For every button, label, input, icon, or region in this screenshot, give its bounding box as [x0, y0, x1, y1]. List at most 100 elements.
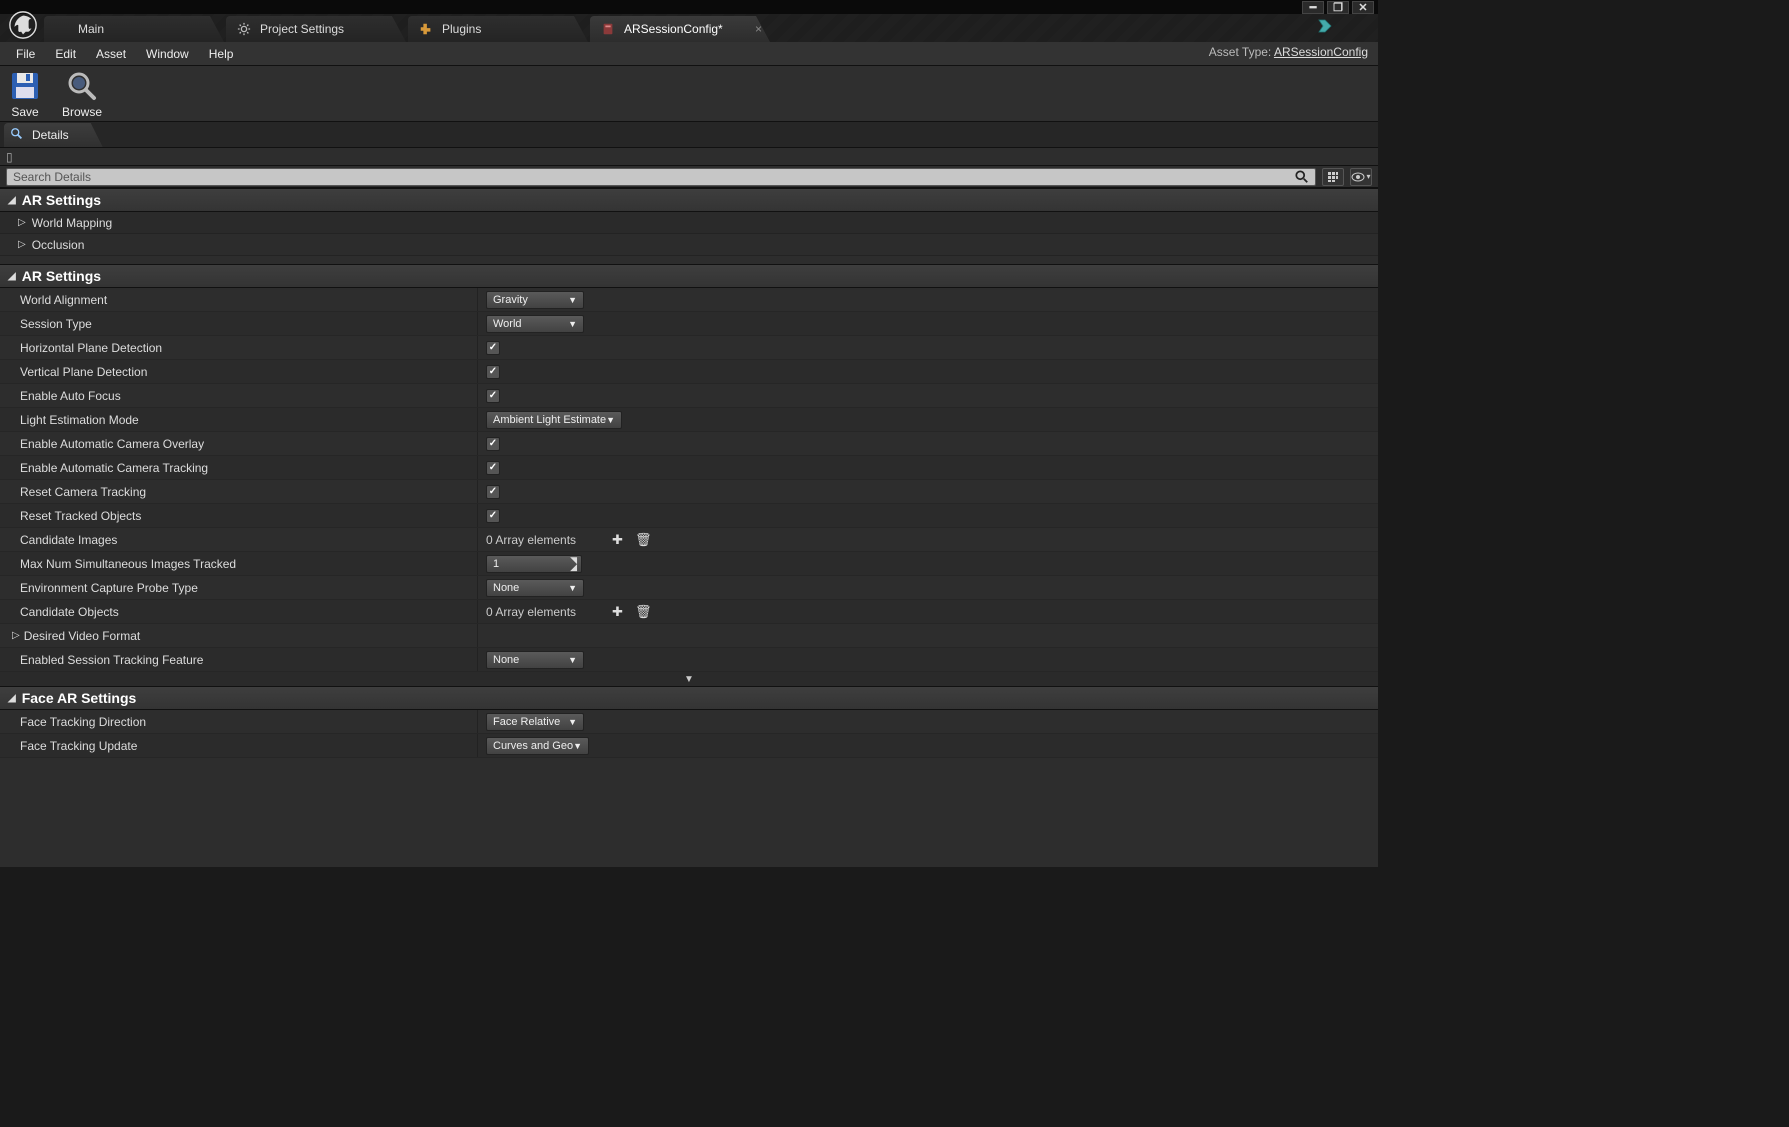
- dropdown-light-est[interactable]: Ambient Light Estimate▼: [486, 411, 622, 429]
- expand-advanced-button[interactable]: ▼: [0, 672, 1378, 686]
- bookmark-icon[interactable]: [1316, 18, 1332, 37]
- section-ar-settings-1[interactable]: ◢ AR Settings: [0, 188, 1378, 212]
- label-autofocus: Enable Auto Focus: [0, 384, 478, 407]
- search-placeholder: Search Details: [13, 170, 91, 184]
- os-titlebar: ━ ❐ ✕: [0, 0, 1378, 14]
- caret-down-icon: ◢: [8, 693, 16, 704]
- filter-icon[interactable]: ▯: [6, 150, 13, 164]
- window-minimize-button[interactable]: ━: [1302, 1, 1324, 14]
- status-bar: [0, 867, 1378, 877]
- tab-arsessionconfig[interactable]: ARSessionConfig* ×: [590, 16, 770, 42]
- level-icon: [54, 21, 70, 37]
- label-vpd: Vertical Plane Detection: [0, 360, 478, 383]
- save-label: Save: [11, 105, 38, 119]
- gear-icon: [236, 21, 252, 37]
- label-hpd: Horizontal Plane Detection: [0, 336, 478, 359]
- spinner-max-tracked[interactable]: 1 ◥◢: [486, 555, 582, 573]
- caret-down-icon: ◢: [8, 271, 16, 282]
- caret-down-icon: ◢: [8, 195, 16, 206]
- array-add-button[interactable]: ✚: [612, 532, 623, 548]
- panel-tabs: Details: [0, 122, 1378, 148]
- checkbox-vpd[interactable]: ✓: [486, 365, 500, 379]
- checkbox-hpd[interactable]: ✓: [486, 341, 500, 355]
- checkbox-cam-overlay[interactable]: ✓: [486, 437, 500, 451]
- section-face-ar[interactable]: ◢ Face AR Settings: [0, 686, 1378, 710]
- row-label: World Mapping: [32, 216, 112, 230]
- property-matrix-button[interactable]: [1322, 168, 1344, 186]
- dropdown-env-probe[interactable]: None▼: [486, 579, 584, 597]
- checkbox-reset-cam[interactable]: ✓: [486, 485, 500, 499]
- dropdown-world-alignment[interactable]: Gravity▼: [486, 291, 584, 309]
- label-face-update: Face Tracking Update: [0, 734, 478, 757]
- tab-project-settings[interactable]: Project Settings: [226, 16, 406, 42]
- array-count-text: 0 Array elements: [486, 605, 576, 619]
- label-cand-objects: Candidate Objects: [0, 600, 478, 623]
- label-cam-tracking: Enable Automatic Camera Tracking: [0, 456, 478, 479]
- label-light-est: Light Estimation Mode: [0, 408, 478, 431]
- section-title: Face AR Settings: [22, 690, 137, 706]
- asset-type-label: Asset Type: ARSessionConfig: [1209, 45, 1368, 59]
- menu-window[interactable]: Window: [136, 43, 199, 65]
- label-max-tracked: Max Num Simultaneous Images Tracked: [0, 552, 478, 575]
- dropdown-tracking-feature[interactable]: None▼: [486, 651, 584, 669]
- caret-right-icon: ▷: [18, 217, 26, 228]
- label-face-direction: Face Tracking Direction: [0, 710, 478, 733]
- menu-help[interactable]: Help: [199, 43, 244, 65]
- section-ar-settings-2[interactable]: ◢ AR Settings: [0, 264, 1378, 288]
- floppy-icon: [8, 69, 42, 103]
- row-world-mapping[interactable]: ▷ World Mapping: [0, 212, 1378, 234]
- tab-label: ARSessionConfig*: [624, 22, 723, 36]
- label-env-probe: Environment Capture Probe Type: [0, 576, 478, 599]
- view-options-button[interactable]: ▾: [1350, 168, 1372, 186]
- details-tab[interactable]: Details: [4, 123, 103, 147]
- tab-label: Project Settings: [260, 22, 344, 36]
- unreal-logo-icon: [6, 8, 40, 42]
- checkbox-cam-tracking[interactable]: ✓: [486, 461, 500, 475]
- window-close-button[interactable]: ✕: [1352, 1, 1374, 14]
- window-maximize-button[interactable]: ❐: [1327, 1, 1349, 14]
- search-input[interactable]: Search Details: [6, 168, 1316, 186]
- details-content: ◢ AR Settings ▷ World Mapping ▷ Occlusio…: [0, 188, 1378, 867]
- array-add-button[interactable]: ✚: [612, 604, 623, 620]
- save-button[interactable]: Save: [8, 69, 42, 119]
- section-title: AR Settings: [22, 192, 101, 208]
- plugin-icon: [418, 21, 434, 37]
- caret-right-icon: ▷: [18, 239, 26, 250]
- caret-right-icon: ▷: [12, 630, 20, 641]
- dropdown-face-update[interactable]: Curves and Geo▼: [486, 737, 589, 755]
- panel-mini-toolbar: ▯: [0, 148, 1378, 166]
- array-clear-button[interactable]: 🗑: [635, 532, 652, 548]
- tab-plugins[interactable]: Plugins: [408, 16, 588, 42]
- label-world-alignment: World Alignment: [0, 288, 478, 311]
- tab-bar: Main Project Settings Plugins ARSessionC…: [0, 14, 1378, 42]
- dropdown-face-direction[interactable]: Face Relative▼: [486, 713, 584, 731]
- tab-label: Plugins: [442, 22, 481, 36]
- label-tracking-feature: Enabled Session Tracking Feature: [0, 648, 478, 671]
- menu-edit[interactable]: Edit: [45, 43, 86, 65]
- menu-asset[interactable]: Asset: [86, 43, 136, 65]
- checkbox-reset-tracked[interactable]: ✓: [486, 509, 500, 523]
- label-cand-images: Candidate Images: [0, 528, 478, 551]
- details-icon: [10, 127, 24, 144]
- asset-icon: [600, 21, 616, 37]
- label-reset-tracked: Reset Tracked Objects: [0, 504, 478, 527]
- row-label: Occlusion: [32, 238, 85, 252]
- row-occlusion[interactable]: ▷ Occlusion: [0, 234, 1378, 256]
- dropdown-session-type[interactable]: World▼: [486, 315, 584, 333]
- tab-close-button[interactable]: ×: [755, 22, 762, 36]
- toolbar: Save Browse: [0, 66, 1378, 122]
- magnifier-icon: [65, 69, 99, 103]
- browse-button[interactable]: Browse: [62, 69, 102, 119]
- details-tab-label: Details: [32, 128, 69, 142]
- asset-type-link[interactable]: ARSessionConfig: [1274, 45, 1368, 59]
- search-icon: [1293, 168, 1311, 186]
- array-clear-button[interactable]: 🗑: [635, 604, 652, 620]
- checkbox-autofocus[interactable]: ✓: [486, 389, 500, 403]
- browse-label: Browse: [62, 105, 102, 119]
- label-video-format[interactable]: ▷ Desired Video Format: [0, 624, 478, 647]
- array-count-text: 0 Array elements: [486, 533, 576, 547]
- label-cam-overlay: Enable Automatic Camera Overlay: [0, 432, 478, 455]
- menu-file[interactable]: File: [6, 43, 45, 65]
- tab-main[interactable]: Main: [44, 16, 224, 42]
- section-title: AR Settings: [22, 268, 101, 284]
